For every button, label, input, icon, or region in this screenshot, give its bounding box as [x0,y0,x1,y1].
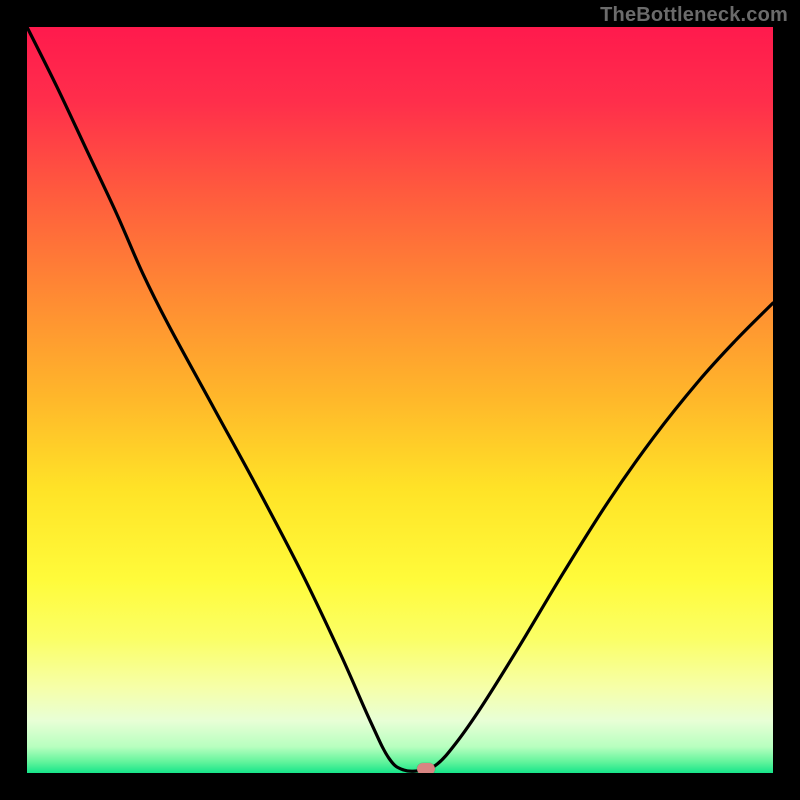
chart-stage: TheBottleneck.com [0,0,800,800]
watermark-text: TheBottleneck.com [600,4,788,27]
plot-area [27,27,773,773]
bottleneck-curve [27,27,773,773]
optimal-point-marker [417,763,435,773]
